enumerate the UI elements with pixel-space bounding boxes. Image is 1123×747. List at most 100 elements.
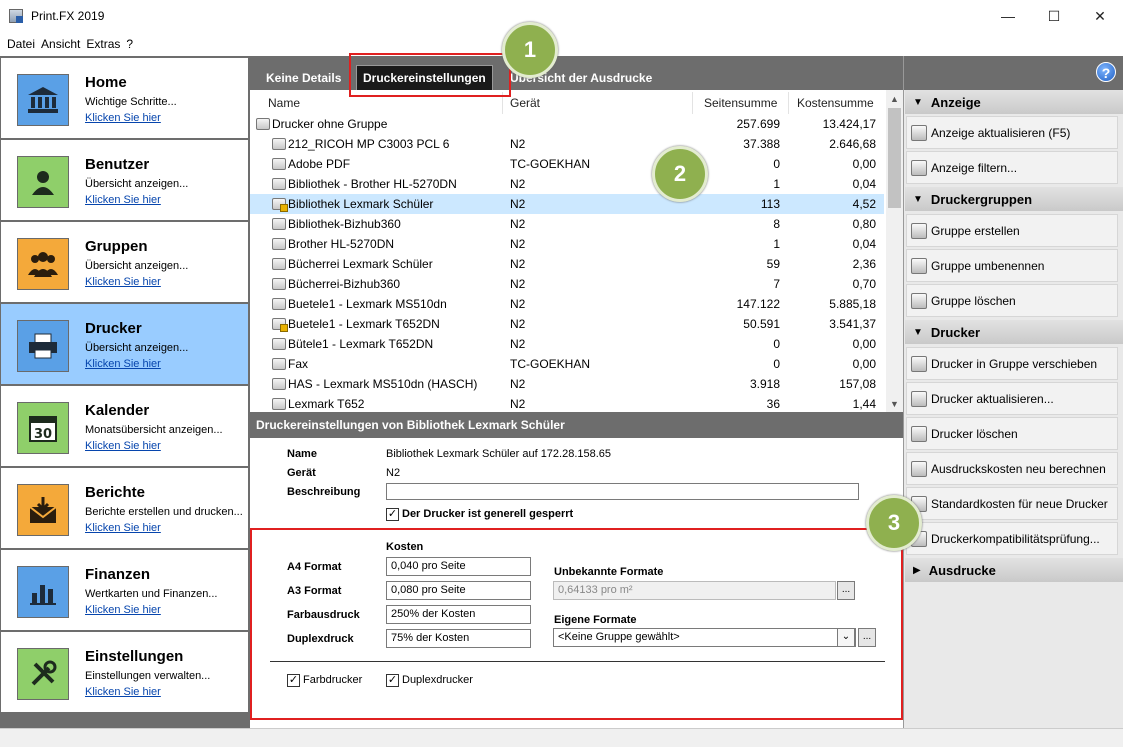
- scroll-thumb[interactable]: [888, 108, 901, 208]
- create-group-button[interactable]: Gruppe erstellen: [906, 214, 1118, 247]
- column-header-name[interactable]: Name: [268, 96, 300, 110]
- row-cost: 0,00: [852, 157, 876, 171]
- table-row-selected[interactable]: Bibliothek Lexmark Schüler N2 113 4,52: [250, 194, 884, 214]
- row-device: TC-GOEKHAN: [510, 157, 591, 171]
- row-name: Bütele1 - Lexmark T652DN: [288, 337, 434, 351]
- compatibility-check-button[interactable]: Druckerkompatibilitätsprüfung...: [906, 522, 1118, 555]
- section-druckergruppen[interactable]: ▼ Druckergruppen: [905, 187, 1123, 211]
- nav-title: Finanzen: [85, 566, 151, 583]
- nav-link[interactable]: Klicken Sie hier: [85, 440, 161, 452]
- close-button[interactable]: ✕: [1077, 0, 1123, 32]
- recalculate-costs-button[interactable]: Ausdruckskosten neu berechnen: [906, 452, 1118, 485]
- row-name: Adobe PDF: [288, 157, 351, 171]
- menu-help[interactable]: ?: [126, 37, 133, 51]
- column-header-pages[interactable]: Seitensumme: [704, 96, 777, 110]
- table-row[interactable]: Buetele1 - Lexmark T652DN N2 50.591 3.54…: [250, 314, 884, 334]
- rename-group-button[interactable]: Gruppe umbenennen: [906, 249, 1118, 282]
- row-pages: 147.122: [736, 297, 780, 311]
- tab-keine-details[interactable]: Keine Details: [260, 65, 347, 90]
- row-name: Bibliothek-Bizhub360: [288, 217, 401, 231]
- nav-link[interactable]: Klicken Sie hier: [85, 358, 161, 370]
- refresh-button[interactable]: Anzeige aktualisieren (F5): [906, 116, 1118, 149]
- row-pages: 1: [773, 237, 780, 251]
- move-printer-button[interactable]: Drucker in Gruppe verschieben: [906, 347, 1118, 380]
- row-pages: 3.918: [749, 377, 780, 391]
- table-row[interactable]: Lexmark T652 N2 36 1,44: [250, 394, 884, 412]
- list-scrollbar[interactable]: ▲ ▼: [886, 90, 903, 412]
- nav-benutzer[interactable]: Benutzer Übersicht anzeigen... Klicken S…: [1, 140, 248, 220]
- group-icon: [17, 238, 69, 290]
- row-device: N2: [510, 277, 526, 291]
- row-pages: 257.699: [736, 117, 780, 131]
- printer-icon: [272, 258, 286, 270]
- nav-finanzen[interactable]: Finanzen Wertkarten und Finanzen... Klic…: [1, 550, 248, 630]
- nav-link[interactable]: Klicken Sie hier: [85, 112, 161, 124]
- nav-link[interactable]: Klicken Sie hier: [85, 276, 161, 288]
- nav-kalender[interactable]: 30 Kalender Monatsübersicht anzeigen... …: [1, 386, 248, 466]
- description-input[interactable]: [386, 483, 859, 500]
- update-printer-button[interactable]: Drucker aktualisieren...: [906, 382, 1118, 415]
- table-row[interactable]: Bücherrei-Bizhub360 N2 7 0,70: [250, 274, 884, 294]
- help-icon[interactable]: ?: [1096, 62, 1116, 82]
- section-title: Drucker: [930, 324, 981, 340]
- nav-gruppen[interactable]: Gruppen Übersicht anzeigen... Klicken Si…: [1, 222, 248, 302]
- table-row[interactable]: Buetele1 - Lexmark MS510dn N2 147.122 5.…: [250, 294, 884, 314]
- menu-datei[interactable]: Datei: [7, 37, 35, 51]
- nav-subtitle: Übersicht anzeigen...: [85, 260, 189, 272]
- nav-drucker[interactable]: Drucker Übersicht anzeigen... Klicken Si…: [1, 304, 248, 384]
- row-device: N2: [510, 197, 526, 211]
- section-anzeige[interactable]: ▼ Anzeige: [905, 90, 1123, 114]
- scroll-up-icon[interactable]: ▲: [886, 90, 903, 107]
- table-row[interactable]: 212_RICOH MP C3003 PCL 6 N2 37.388 2.646…: [250, 134, 884, 154]
- table-row[interactable]: Bütele1 - Lexmark T652DN N2 0 0,00: [250, 334, 884, 354]
- nav-subtitle: Übersicht anzeigen...: [85, 342, 189, 354]
- chevron-down-icon: ▼: [913, 96, 923, 108]
- table-row-group[interactable]: Drucker ohne Gruppe 257.699 13.424,17: [250, 114, 884, 134]
- table-row[interactable]: HAS - Lexmark MS510dn (HASCH) N2 3.918 1…: [250, 374, 884, 394]
- nav-title: Einstellungen: [85, 648, 184, 665]
- section-drucker[interactable]: ▼ Drucker: [905, 320, 1123, 344]
- scroll-down-icon[interactable]: ▼: [886, 395, 903, 412]
- row-pages: 113: [760, 197, 780, 211]
- row-device: TC-GOEKHAN: [510, 357, 591, 371]
- table-row[interactable]: Bibliothek-Bizhub360 N2 8 0,80: [250, 214, 884, 234]
- row-pages: 7: [773, 277, 780, 291]
- nav-link[interactable]: Klicken Sie hier: [85, 522, 161, 534]
- locked-checkbox[interactable]: ✓: [386, 508, 399, 521]
- nav-link[interactable]: Klicken Sie hier: [85, 686, 161, 698]
- default-costs-button[interactable]: Standardkosten für neue Drucker: [906, 487, 1118, 520]
- row-pages: 8: [773, 217, 780, 231]
- filter-icon: [911, 159, 927, 176]
- nav-berichte[interactable]: Berichte Berichte erstellen und drucken.…: [1, 468, 248, 548]
- button-label: Drucker in Gruppe verschieben: [931, 356, 1098, 371]
- table-row[interactable]: Bücherrei Lexmark Schüler N2 59 2,36: [250, 254, 884, 274]
- minimize-button[interactable]: —: [985, 0, 1031, 32]
- filter-button[interactable]: Anzeige filtern...: [906, 151, 1118, 184]
- nav-subtitle: Berichte erstellen und drucken...: [85, 506, 243, 518]
- menu-extras[interactable]: Extras: [86, 37, 120, 51]
- table-row[interactable]: Brother HL-5270DN N2 1 0,04: [250, 234, 884, 254]
- row-pages: 50.591: [743, 317, 780, 331]
- row-cost: 0,80: [852, 217, 876, 231]
- table-row[interactable]: Adobe PDF TC-GOEKHAN 0 0,00: [250, 154, 884, 174]
- printer-group-icon: [256, 118, 270, 130]
- button-label: Gruppe löschen: [931, 293, 1016, 308]
- menu-ansicht[interactable]: Ansicht: [41, 37, 80, 51]
- nav-title: Berichte: [85, 484, 146, 501]
- maximize-button[interactable]: ☐: [1031, 0, 1077, 32]
- nav-subtitle: Wichtige Schritte...: [85, 96, 177, 108]
- nav-link[interactable]: Klicken Sie hier: [85, 194, 161, 206]
- column-header-cost[interactable]: Kostensumme: [797, 96, 874, 110]
- rename-group-icon: [911, 257, 927, 274]
- section-ausdrucke[interactable]: ▶ Ausdrucke: [905, 558, 1123, 582]
- delete-printer-button[interactable]: Drucker löschen: [906, 417, 1118, 450]
- nav-home[interactable]: Home Wichtige Schritte... Klicken Sie hi…: [1, 58, 248, 138]
- button-label: Gruppe erstellen: [931, 223, 1020, 238]
- delete-group-button[interactable]: Gruppe löschen: [906, 284, 1118, 317]
- table-row[interactable]: Fax TC-GOEKHAN 0 0,00: [250, 354, 884, 374]
- table-row[interactable]: Bibliothek - Brother HL-5270DN N2 1 0,04: [250, 174, 884, 194]
- nav-einstellungen[interactable]: Einstellungen Einstellungen verwalten...…: [1, 632, 248, 712]
- device-value: N2: [386, 467, 401, 479]
- column-header-device[interactable]: Gerät: [510, 96, 540, 110]
- nav-link[interactable]: Klicken Sie hier: [85, 604, 161, 616]
